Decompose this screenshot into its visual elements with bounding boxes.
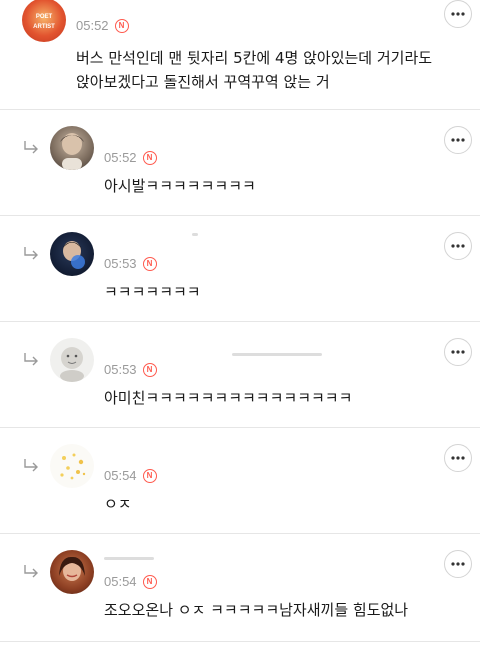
new-badge-icon: N <box>114 18 129 33</box>
avatar[interactable] <box>50 550 94 594</box>
nickname-redacted <box>192 233 198 236</box>
comment-time: 05:53 <box>104 256 137 271</box>
comment-text: 아시발ㅋㅋㅋㅋㅋㅋㅋㅋ <box>104 177 256 195</box>
new-badge-icon: N <box>142 150 157 165</box>
more-options-button[interactable] <box>444 126 472 154</box>
reply-item: 05:52 N 아시발ㅋㅋㅋㅋㅋㅋㅋㅋ <box>0 110 480 216</box>
avatar-art <box>59 556 85 581</box>
more-horizontal-icon <box>451 350 465 354</box>
avatar[interactable]: POET ARTIST <box>22 0 66 42</box>
new-badge-icon: N <box>142 362 157 377</box>
reply-arrow-icon <box>24 459 38 472</box>
new-badge-icon: N <box>142 468 157 483</box>
comment-text: 아미친ㅋㅋㅋㅋㅋㅋㅋㅋㅋㅋㅋㅋㅋㅋㅋ <box>104 389 353 407</box>
avatar-art <box>60 347 84 382</box>
more-options-button[interactable] <box>444 232 472 260</box>
more-options-button[interactable] <box>444 338 472 366</box>
reply-item: 05:54 N ㅇㅈ <box>0 428 480 534</box>
new-badge-icon: N <box>142 256 157 271</box>
reply-arrow-icon <box>24 565 38 578</box>
more-horizontal-icon <box>451 12 465 16</box>
avatar-art <box>62 241 85 269</box>
comment-meta: 05:52 N <box>104 150 157 165</box>
avatar[interactable] <box>50 338 94 382</box>
comment-meta: 05:54 N <box>104 574 157 589</box>
reply-item: 05:53 N ㅋㅋㅋㅋㅋㅋㅋ <box>0 216 480 322</box>
comment-text: 버스 만석인데 맨 뒷자리 5칸에 4명 앉아있는데 거기라도 앉아보겠다고 돌… <box>76 49 433 91</box>
reply-item: 05:54 N 조오오온나 ㅇㅈ ㅋㅋㅋㅋㅋ남자새끼들 힘도없나 <box>0 534 480 642</box>
comment-text: 조오오온나 ㅇㅈ ㅋㅋㅋㅋㅋ남자새끼들 힘도없나 <box>104 601 409 619</box>
reply-arrow-icon <box>24 353 38 366</box>
comment-meta: 05:53 N <box>104 362 157 377</box>
avatar[interactable] <box>50 444 94 488</box>
more-horizontal-icon <box>451 138 465 142</box>
avatar-text-artist: ARTIST <box>33 24 55 30</box>
comment-item: POET ARTIST 05:52 N 버스 만석인데 맨 뒷자리 5칸에 4명… <box>0 0 480 110</box>
nickname-redacted <box>104 557 154 560</box>
more-horizontal-icon <box>451 456 465 460</box>
comment-time: 05:52 <box>76 18 109 33</box>
avatar-text-poet: POET <box>35 14 53 20</box>
reply-item: 05:53 N 아미친ㅋㅋㅋㅋㅋㅋㅋㅋㅋㅋㅋㅋㅋㅋㅋ <box>0 322 480 428</box>
comment-meta: 05:53 N <box>104 256 157 271</box>
comment-time: 05:54 <box>104 574 137 589</box>
reply-arrow-icon <box>24 247 38 260</box>
new-badge-icon: N <box>142 574 157 589</box>
more-options-button[interactable] <box>444 550 472 578</box>
avatar[interactable] <box>50 126 94 170</box>
comment-text: ㅋㅋㅋㅋㅋㅋㅋ <box>104 283 201 301</box>
comment-time: 05:52 <box>104 150 137 165</box>
comment-meta: 05:54 N <box>104 468 157 483</box>
avatar[interactable] <box>50 232 94 276</box>
nickname-redacted <box>232 353 322 356</box>
avatar-art <box>60 453 86 480</box>
comment-time: 05:54 <box>104 468 137 483</box>
more-horizontal-icon <box>451 244 465 248</box>
avatar-art <box>22 0 66 42</box>
avatar-art <box>60 133 84 170</box>
more-horizontal-icon <box>451 562 465 566</box>
comment-meta: 05:52 N <box>76 18 129 33</box>
more-options-button[interactable] <box>444 0 472 28</box>
reply-arrow-icon <box>24 141 38 154</box>
comment-text: ㅇㅈ <box>104 495 132 513</box>
comment-time: 05:53 <box>104 362 137 377</box>
more-options-button[interactable] <box>444 444 472 472</box>
comment-feed: POET ARTIST 05:52 N 버스 만석인데 맨 뒷자리 5칸에 4명… <box>0 0 480 650</box>
